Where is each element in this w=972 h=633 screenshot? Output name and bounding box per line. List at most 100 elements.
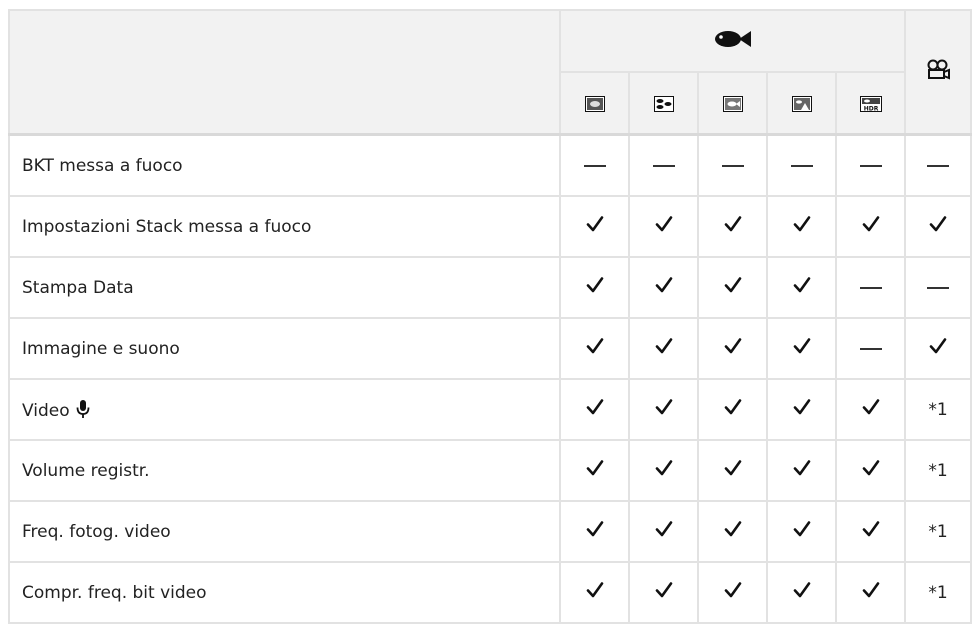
check-icon — [724, 338, 741, 354]
cell-snapshot-check — [697, 500, 768, 563]
check-icon — [724, 216, 741, 232]
check-icon — [793, 399, 810, 415]
dash-icon — [583, 165, 606, 167]
check-icon — [793, 277, 810, 293]
underwater-hdr-mode-icon: HDR — [859, 96, 882, 113]
dash-icon — [927, 165, 949, 167]
cell-snapshot-check — [697, 195, 768, 258]
cell-hdr-check — [835, 439, 906, 502]
cell-movie-unavailable — [904, 256, 972, 319]
check-icon — [862, 216, 879, 232]
dash-icon — [859, 348, 882, 350]
cell-macro-unavailable — [628, 133, 699, 197]
table-row: Compr. freq. bit video *1 — [8, 561, 972, 624]
cell-hdr-check — [835, 500, 906, 563]
row-label: Immagine e suono — [8, 317, 561, 380]
row-label-text: Freq. fotog. video — [22, 521, 171, 542]
cell-hdr-check — [835, 561, 906, 624]
cell-snapshot-check — [697, 256, 768, 319]
cell-landscape-check — [766, 317, 837, 380]
underwater-snapshot-mode-icon — [722, 96, 743, 112]
cell-movie-note: *1 — [904, 500, 972, 563]
cell-landscape-check — [766, 256, 837, 319]
cell-wide-check — [559, 195, 630, 258]
table-row: Impostazioni Stack messa a fuoco — [8, 195, 972, 258]
svg-text:HDR: HDR — [863, 106, 878, 113]
check-icon — [929, 216, 947, 232]
check-icon — [655, 338, 672, 354]
underwater-wide-mode-icon — [584, 96, 605, 112]
check-icon — [586, 216, 603, 232]
check-icon — [929, 338, 947, 354]
check-icon — [655, 521, 672, 537]
cell-macro-check — [628, 195, 699, 258]
check-icon — [862, 582, 879, 598]
check-icon — [655, 582, 672, 598]
check-icon — [724, 521, 741, 537]
row-label: Video — [8, 378, 561, 441]
row-label: Volume registr. — [8, 439, 561, 502]
row-label-text: Impostazioni Stack messa a fuoco — [22, 216, 312, 237]
check-icon — [586, 521, 603, 537]
underwater-macro-mode-icon — [653, 96, 674, 112]
check-icon — [793, 582, 810, 598]
check-icon — [655, 460, 672, 476]
cell-hdr-unavailable — [835, 256, 906, 319]
row-label-text: Immagine e suono — [22, 338, 180, 359]
row-label-text: Stampa Data — [22, 277, 134, 298]
cell-macro-check — [628, 317, 699, 380]
cell-landscape-check — [766, 195, 837, 258]
check-icon — [724, 460, 741, 476]
table-row: Freq. fotog. video *1 — [8, 500, 972, 563]
cell-movie-unavailable — [904, 133, 972, 197]
cell-hdr-check — [835, 195, 906, 258]
underwater-group-header — [559, 9, 906, 73]
dash-icon — [859, 287, 882, 289]
row-label-text: Volume registr. — [22, 460, 150, 481]
check-icon — [586, 460, 603, 476]
dash-icon — [859, 165, 882, 167]
row-label: Stampa Data — [8, 256, 561, 319]
cell-wide-unavailable — [559, 133, 630, 197]
cell-landscape-check — [766, 561, 837, 624]
cell-movie-note: *1 — [904, 439, 972, 502]
row-label-text: Compr. freq. bit video — [22, 582, 207, 603]
check-icon — [793, 521, 810, 537]
row-label: BKT messa a fuoco — [8, 133, 561, 197]
dash-icon — [927, 287, 949, 289]
mode-header-hdr: HDR — [835, 72, 906, 136]
row-label-text: BKT messa a fuoco — [22, 155, 183, 176]
cell-snapshot-check — [697, 439, 768, 502]
movie-camera-icon — [927, 59, 950, 80]
cell-snapshot-check — [697, 561, 768, 624]
table-row: Video *1 — [8, 378, 972, 441]
check-icon — [586, 277, 603, 293]
check-icon — [586, 338, 603, 354]
table-row: Stampa Data — [8, 256, 972, 319]
check-icon — [655, 277, 672, 293]
cell-hdr-check — [835, 378, 906, 441]
cell-movie-note: *1 — [904, 378, 972, 441]
row-label-text: Video — [22, 400, 70, 421]
cell-landscape-check — [766, 439, 837, 502]
footnote-ref: *1 — [928, 461, 948, 481]
cell-snapshot-check — [697, 378, 768, 441]
dash-icon — [790, 165, 813, 167]
dash-icon — [721, 165, 744, 167]
movie-mode-header — [904, 9, 972, 136]
settings-availability-table: HDR BKT messa a fuoco Impostazioni Stack … — [8, 9, 972, 624]
microphone-icon — [76, 399, 90, 418]
cell-landscape-unavailable — [766, 133, 837, 197]
row-label: Impostazioni Stack messa a fuoco — [8, 195, 561, 258]
cell-movie-check — [904, 195, 972, 258]
footnote-ref: *1 — [928, 522, 948, 542]
check-icon — [655, 216, 672, 232]
cell-macro-check — [628, 439, 699, 502]
check-icon — [586, 399, 603, 415]
row-label: Compr. freq. bit video — [8, 561, 561, 624]
cell-macro-check — [628, 378, 699, 441]
check-icon — [724, 582, 741, 598]
footnote-ref: *1 — [928, 400, 948, 420]
cell-wide-check — [559, 561, 630, 624]
check-icon — [724, 277, 741, 293]
